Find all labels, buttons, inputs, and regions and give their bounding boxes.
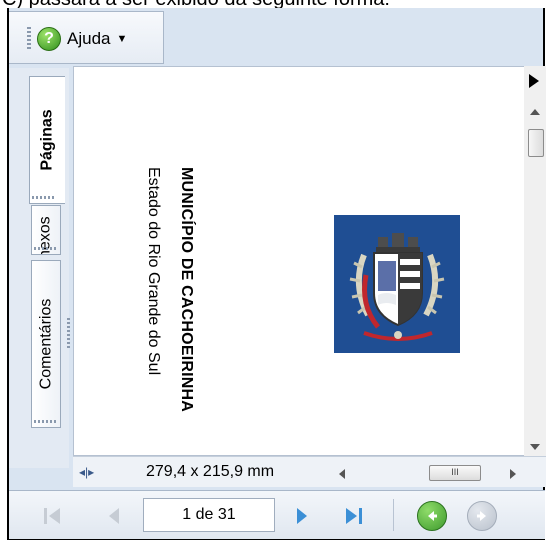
page-size-label: 279,4 x 215,9 mm — [146, 463, 275, 480]
help-icon: ? — [37, 27, 61, 51]
tab-grip — [32, 196, 56, 199]
panel-menu-arrow-icon[interactable] — [529, 74, 539, 88]
vertical-scroll-thumb[interactable] — [528, 129, 544, 157]
go-forward-button[interactable] — [467, 501, 497, 531]
go-back-button[interactable] — [417, 501, 447, 531]
scroll-left-icon[interactable] — [339, 469, 345, 479]
municipal-crest-image — [334, 215, 460, 353]
help-label: Ajuda — [67, 29, 111, 48]
arrow-right-icon — [477, 511, 486, 521]
panel-splitter[interactable] — [67, 318, 70, 348]
tab-grip — [34, 247, 58, 250]
first-page-icon[interactable] — [39, 503, 65, 529]
viewer-window: ? Ajuda ▼ Páginas Anexos Comentários MUN… — [7, 8, 546, 540]
previous-page-icon[interactable] — [101, 503, 127, 529]
tab-paginas-label: Páginas — [38, 109, 56, 171]
horizontal-scroll-thumb[interactable]: III — [429, 465, 481, 481]
vertical-scrollbar[interactable] — [524, 66, 546, 456]
scroll-right-icon[interactable] — [510, 469, 516, 479]
nav-separator — [393, 499, 394, 531]
document-title: MUNICÍPIO DE CACHOEIRINHA — [178, 167, 195, 413]
next-page-icon[interactable] — [289, 503, 315, 529]
side-tab-strip: Páginas Anexos Comentários — [9, 68, 70, 468]
tab-paginas[interactable]: Páginas — [29, 76, 65, 204]
tab-anexos[interactable]: Anexos — [31, 205, 61, 255]
horizontal-scrollbar[interactable]: III — [335, 465, 520, 481]
tab-comentarios-label: Comentários — [37, 298, 55, 390]
arrow-left-icon — [428, 511, 437, 521]
toolbar-grip[interactable] — [27, 27, 31, 51]
scroll-down-icon[interactable] — [530, 444, 540, 450]
document-viewport[interactable]: MUNICÍPIO DE CACHOEIRINHA Estado do Rio … — [73, 66, 529, 456]
page-navigation-bar: 1 de 31 — [9, 490, 545, 539]
status-bar: ◂|▸ 279,4 x 215,9 mm III — [73, 456, 546, 487]
fit-width-icon[interactable]: ◂|▸ — [79, 465, 94, 479]
chevron-down-icon: ▼ — [116, 33, 128, 45]
toolbar: ? Ajuda ▼ — [9, 11, 164, 64]
scroll-up-icon[interactable] — [530, 109, 540, 115]
help-button[interactable]: ? Ajuda ▼ — [37, 24, 157, 54]
tab-grip — [34, 420, 58, 423]
tab-comentarios[interactable]: Comentários — [31, 260, 61, 428]
last-page-icon[interactable] — [341, 503, 367, 529]
page-number-field[interactable]: 1 de 31 — [143, 498, 275, 532]
document-subtitle: Estado do Rio Grande do Sul — [145, 167, 162, 376]
